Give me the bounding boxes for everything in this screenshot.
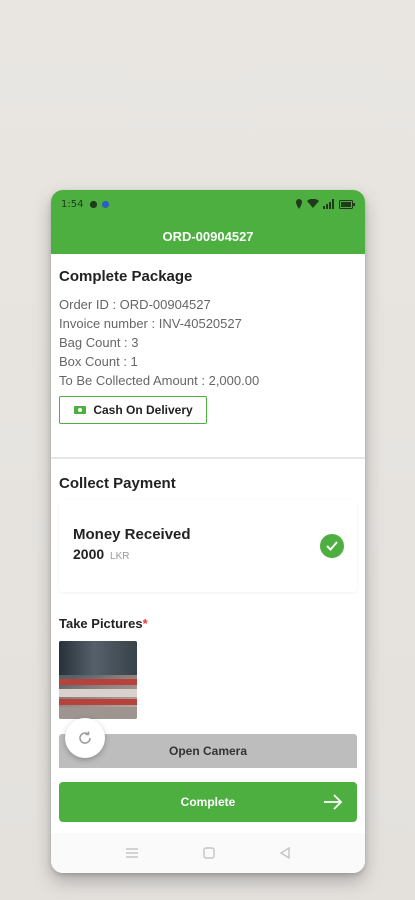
notification-icons: [89, 200, 110, 209]
cash-on-delivery-button[interactable]: Cash On Delivery: [59, 396, 207, 424]
payment-heading: Collect Payment: [59, 475, 176, 492]
app-bar: ORD-00904527: [51, 218, 365, 254]
status-right-icons: [295, 199, 355, 209]
open-camera-label: Open Camera: [168, 744, 248, 758]
money-received-amount: 2000 LKR: [73, 546, 343, 562]
bottom-bar: Complete: [51, 769, 365, 833]
main-content[interactable]: Complete Package Order ID : ORD-00904527…: [51, 254, 365, 769]
collect-amount: To Be Collected Amount : 2,000.00: [59, 373, 260, 388]
photo-thumbnail[interactable]: [59, 641, 137, 719]
refresh-icon: [79, 731, 91, 744]
status-time: 1:54: [61, 198, 84, 210]
package-section: Complete Package Order ID : ORD-00904527…: [51, 254, 365, 459]
messenger-notification-icon: [102, 200, 110, 208]
menu-icon[interactable]: [125, 847, 139, 859]
payment-method-label: Cash On Delivery: [93, 403, 193, 417]
page-title: ORD-00904527: [162, 228, 254, 244]
phone-screen: 1:54 ORD-00904527 Complete Package Order…: [51, 190, 365, 873]
required-mark: *: [142, 616, 148, 631]
refresh-button[interactable]: [65, 718, 105, 758]
wifi-icon: [307, 199, 319, 208]
system-nav-bar: [51, 833, 365, 873]
box-count: Box Count : 1: [59, 354, 138, 369]
complete-button[interactable]: Complete: [59, 782, 357, 822]
package-heading: Complete Package: [59, 268, 193, 285]
take-pictures-label: Take Pictures*: [59, 616, 357, 631]
check-icon: [320, 534, 344, 558]
order-id: Order ID : ORD-00904527: [59, 297, 211, 312]
signal-icon: [323, 199, 334, 209]
payment-section: Collect Payment Money Received 2000 LKR …: [51, 459, 365, 719]
arrow-right-icon: [324, 794, 343, 810]
money-icon: [74, 406, 87, 414]
money-received-label: Money Received: [73, 526, 191, 543]
app-notification-icon: [90, 200, 98, 208]
location-icon: [296, 199, 302, 209]
status-bar: 1:54: [51, 190, 365, 218]
money-received-card: Money Received 2000 LKR: [59, 500, 357, 592]
home-icon[interactable]: [203, 847, 215, 859]
complete-label: Complete: [180, 795, 236, 809]
take-pictures-text: Take Pictures: [59, 616, 143, 631]
back-icon[interactable]: [279, 847, 291, 859]
amount-value: 2000: [73, 546, 105, 562]
currency-label: LKR: [110, 551, 130, 562]
battery-icon: [339, 199, 355, 209]
bag-count: Bag Count : 3: [59, 335, 139, 350]
invoice-number: Invoice number : INV-40520527: [59, 316, 242, 331]
